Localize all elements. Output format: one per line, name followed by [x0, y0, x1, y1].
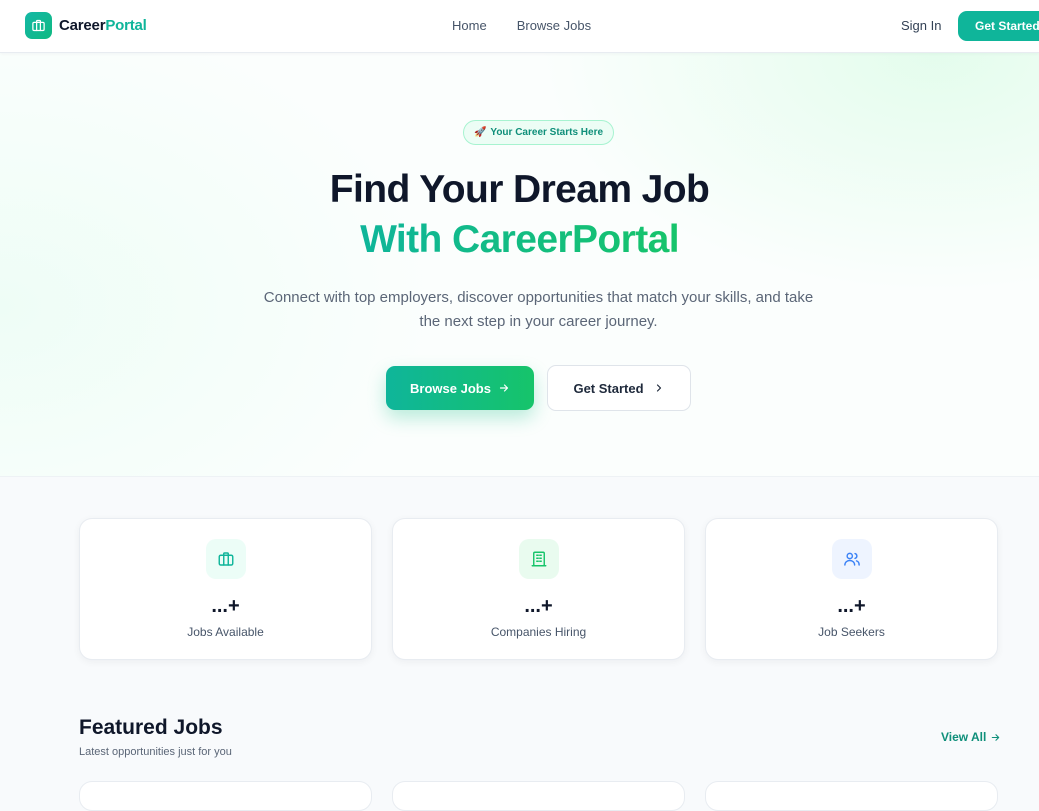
featured-jobs-subtitle: Latest opportunities just for you: [79, 746, 232, 758]
hero-title: Find Your Dream Job: [329, 168, 710, 211]
top-navbar: CareerPortal Home Browse Jobs Sign In Ge…: [0, 0, 1039, 53]
hero-section: 🚀 Your Career Starts Here Find Your Drea…: [0, 53, 1039, 477]
hero-title-brand-text: With CareerPortal: [360, 218, 679, 261]
stat-card-companies: ...+ Companies Hiring: [392, 518, 685, 660]
sign-in-link[interactable]: Sign In: [901, 18, 941, 33]
stat-card-seekers: ...+ Job Seekers: [705, 518, 998, 660]
logo-text-portal: Portal: [105, 17, 147, 34]
browse-jobs-button[interactable]: Browse Jobs: [386, 366, 534, 410]
stat-label: Job Seekers: [818, 625, 885, 639]
career-pill-badge: 🚀 Your Career Starts Here: [463, 120, 614, 145]
get-started-label: Get Started: [573, 380, 644, 396]
nav-links: Home Browse Jobs: [452, 18, 591, 33]
nav-link-browse-jobs[interactable]: Browse Jobs: [517, 18, 591, 33]
logo-text-career: Career: [59, 17, 106, 34]
nav-link-home[interactable]: Home: [452, 18, 487, 33]
briefcase-icon: [25, 12, 52, 39]
logo[interactable]: CareerPortal: [25, 12, 147, 39]
view-all-label: View All: [941, 730, 987, 744]
stat-value: ...+: [837, 595, 866, 617]
job-card[interactable]: [705, 781, 998, 811]
hero-title-brand: With CareerPortal: [0, 218, 1039, 262]
pill-text: Your Career Starts Here: [490, 127, 604, 138]
building-icon: [519, 539, 559, 579]
users-icon: [832, 539, 872, 579]
briefcase-icon: [206, 539, 246, 579]
stat-value: ...+: [524, 595, 553, 617]
stat-value: ...+: [211, 595, 240, 617]
browse-jobs-label: Browse Jobs: [410, 380, 491, 396]
stat-label: Companies Hiring: [490, 625, 587, 639]
get-started-nav-button[interactable]: Get Started: [958, 11, 1039, 41]
rocket-icon: 🚀: [473, 127, 487, 138]
stat-label: Jobs Available: [187, 625, 264, 639]
stat-card-jobs: ...+ Jobs Available: [79, 518, 372, 660]
featured-jobs-title: Featured Jobs: [79, 716, 223, 739]
arrow-right-icon: [992, 733, 1000, 741]
logo-text: CareerPortal: [59, 17, 147, 34]
get-started-button[interactable]: Get Started: [547, 365, 691, 411]
chevron-right-icon: [656, 384, 661, 392]
job-card[interactable]: [79, 781, 372, 811]
view-all-link[interactable]: View All: [941, 730, 1001, 744]
arrow-right-icon: [499, 384, 509, 392]
hero-subtitle: Connect with top employers, discover opp…: [263, 289, 814, 330]
job-card[interactable]: [392, 781, 685, 811]
